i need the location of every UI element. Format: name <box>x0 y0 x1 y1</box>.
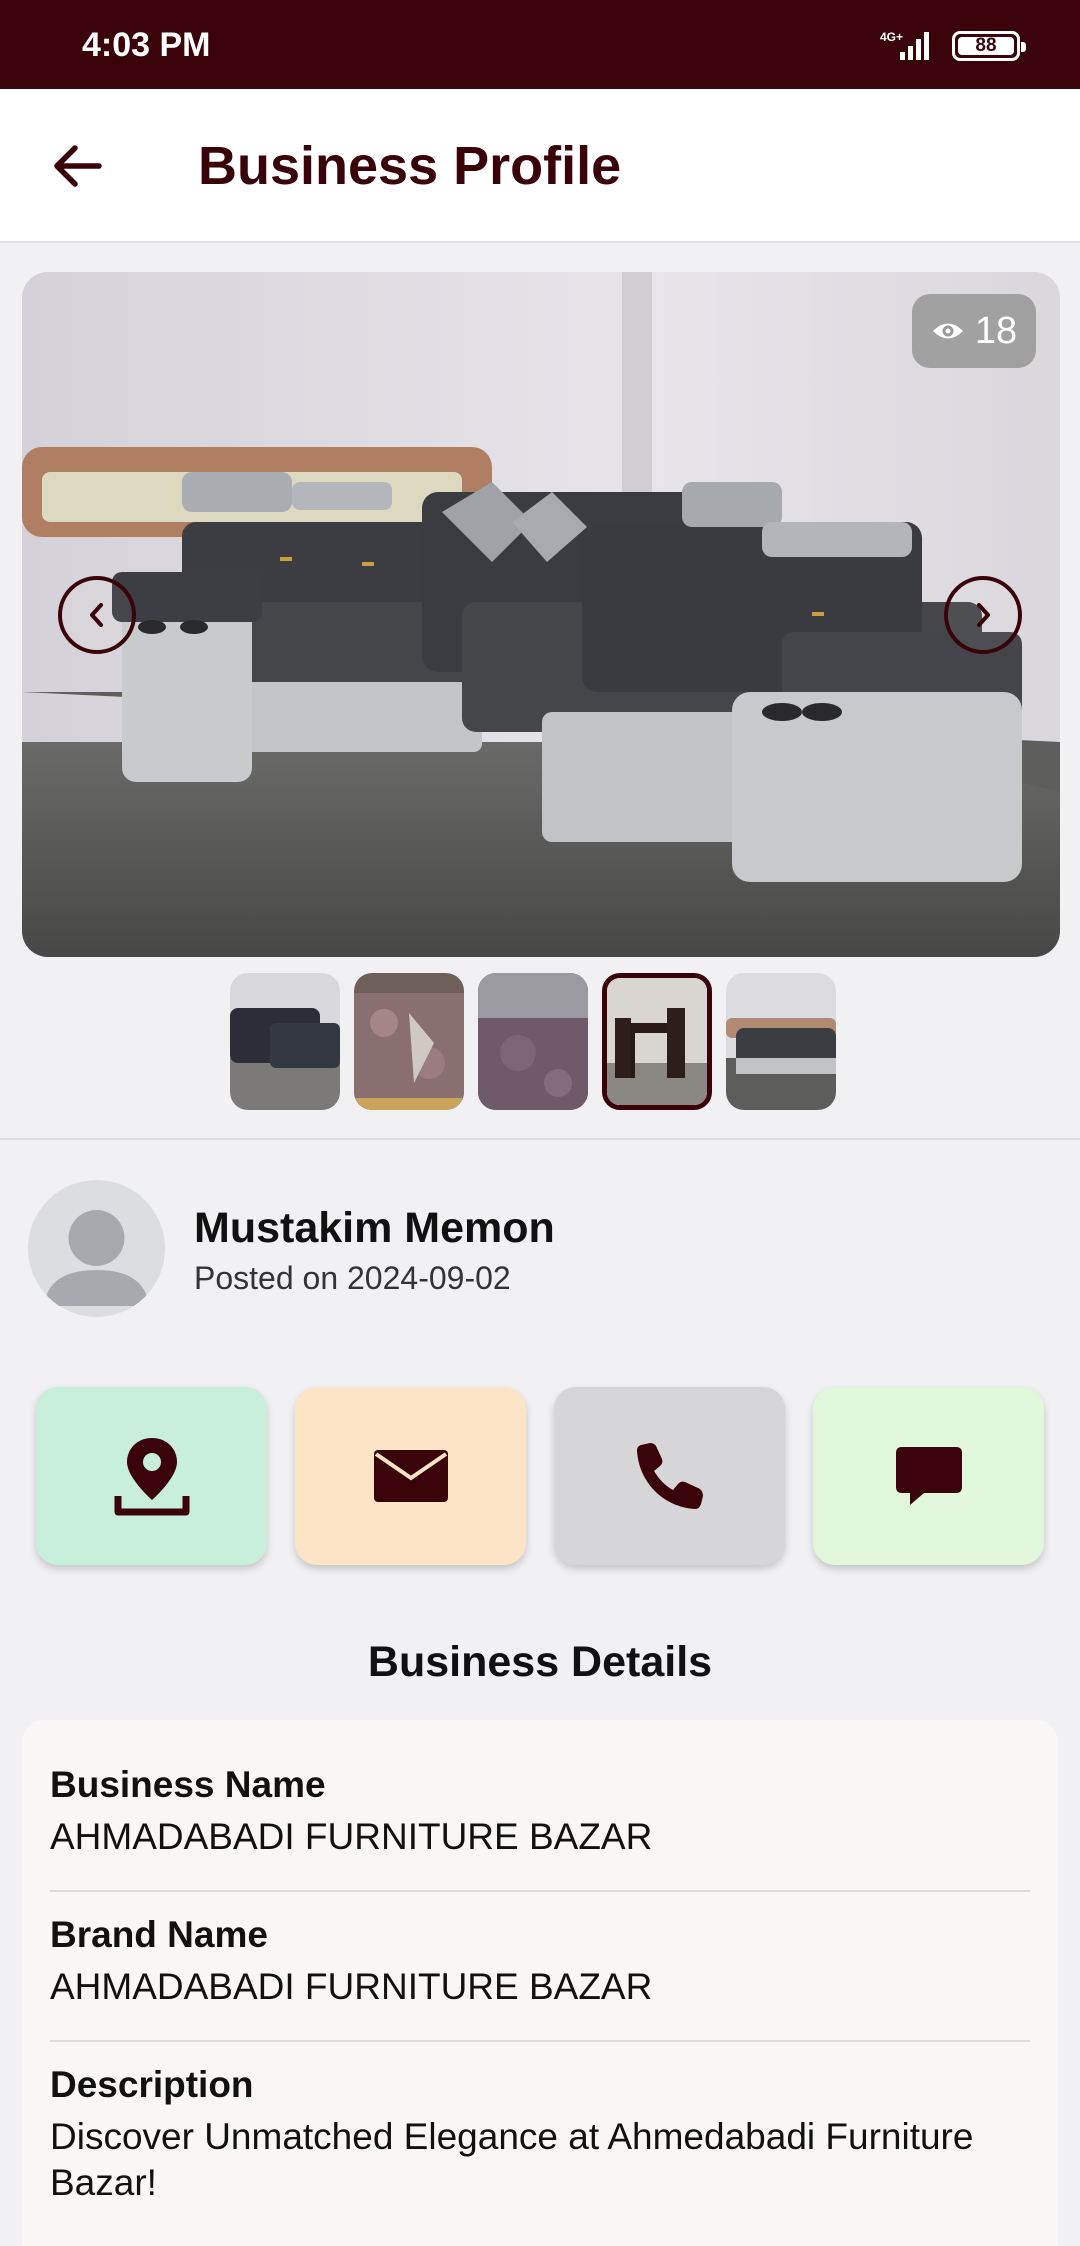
eye-icon <box>932 323 963 339</box>
previous-image-button[interactable] <box>58 576 136 654</box>
chevron-left-icon <box>90 603 103 627</box>
page-title: Business Profile <box>198 136 622 196</box>
next-image-button[interactable] <box>944 576 1022 654</box>
status-bar: 4:03 PM 4G+ 88 <box>0 0 1080 89</box>
business-name-value: AHMADABADI FURNITURE BAZAR <box>50 1816 653 1857</box>
svg-text:4G+: 4G+ <box>880 30 903 44</box>
signal-icon: 4G+ <box>880 30 929 60</box>
product-image-carousel[interactable]: 18 <box>22 272 1060 957</box>
divider <box>0 1138 1080 1140</box>
app-bar: Business Profile <box>0 89 1080 243</box>
description-label: Description <box>50 2064 254 2105</box>
brand-name-row: Brand Name AHMADABADI FURNITURE BAZAR <box>50 1892 1030 2042</box>
business-name-label: Business Name <box>50 1764 326 1805</box>
poster-profile: Mustakim Memon Posted on 2024-09-02 <box>28 1180 1048 1318</box>
brand-name-label: Brand Name <box>50 1914 268 1955</box>
chat-bubble-icon <box>895 1447 962 1505</box>
location-button[interactable] <box>36 1387 267 1565</box>
business-name-row: Business Name AHMADABADI FURNITURE BAZAR <box>50 1720 1030 1892</box>
thumbnail-1[interactable] <box>230 973 340 1110</box>
poster-name: Mustakim Memon <box>194 1204 555 1252</box>
sofa-photo <box>22 272 1060 957</box>
thumbnail-5[interactable] <box>726 973 836 1110</box>
battery-icon: 88 <box>952 31 1026 61</box>
contact-actions <box>36 1387 1044 1565</box>
description-row: Description Discover Unmatched Elegance … <box>50 2042 1030 2236</box>
business-details-card: Business Name AHMADABADI FURNITURE BAZAR… <box>22 1720 1058 2246</box>
business-details-heading: Business Details <box>367 1638 713 1686</box>
chat-button[interactable] <box>813 1387 1044 1565</box>
thumbnail-3[interactable] <box>478 973 588 1110</box>
back-button[interactable] <box>44 133 110 199</box>
posted-date: Posted on 2024-09-02 <box>194 1260 511 1296</box>
envelope-icon <box>373 1450 448 1502</box>
email-button[interactable] <box>295 1387 526 1565</box>
map-pin-icon <box>114 1438 189 1516</box>
thumbnail-4-selected[interactable] <box>602 973 712 1110</box>
description-value: Discover Unmatched Elegance at Ahmedabad… <box>50 2116 974 2203</box>
phone-icon <box>636 1443 703 1509</box>
thumbnail-strip <box>230 973 836 1110</box>
call-button[interactable] <box>554 1387 785 1565</box>
view-count-badge: 18 <box>912 294 1036 368</box>
thumbnail-2[interactable] <box>354 973 464 1110</box>
brand-name-value: AHMADABADI FURNITURE BAZAR <box>50 1966 653 2007</box>
chevron-right-icon <box>977 603 990 627</box>
user-icon <box>44 1210 149 1306</box>
avatar[interactable] <box>28 1180 165 1317</box>
view-count: 18 <box>974 309 1018 352</box>
battery-level: 88 <box>958 36 1014 55</box>
arrow-left-icon <box>54 145 102 187</box>
status-time: 4:03 PM <box>82 26 211 64</box>
